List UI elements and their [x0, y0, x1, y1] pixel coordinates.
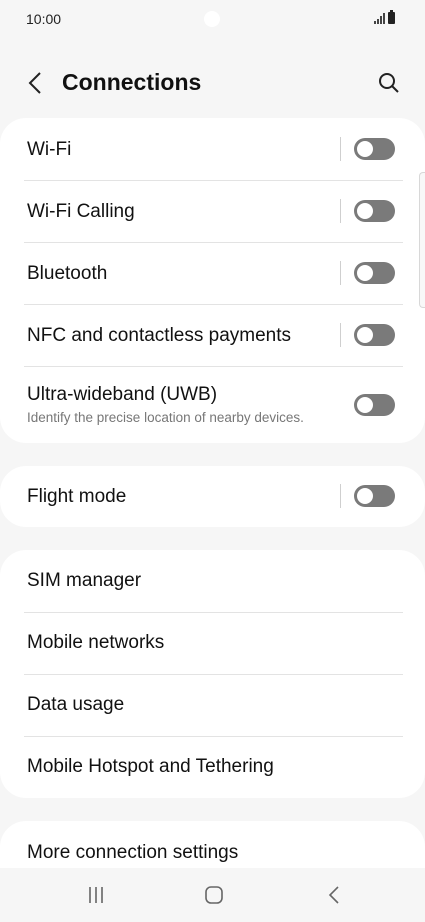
settings-group-more: More connection settings [0, 821, 425, 868]
row-separator [340, 137, 341, 161]
status-time: 10:00 [26, 11, 62, 27]
home-icon [205, 886, 223, 904]
status-bar: 10:00 [0, 0, 425, 38]
settings-group-flight: Flight mode [0, 466, 425, 527]
flight-mode-row[interactable]: Flight mode [0, 466, 425, 527]
data-usage-row[interactable]: Data usage [0, 674, 425, 736]
wifi-calling-toggle[interactable] [354, 200, 395, 222]
front-camera [204, 11, 220, 27]
row-separator [340, 199, 341, 223]
settings-group-mobile: SIM manager Mobile networks Data usage M… [0, 550, 425, 798]
row-separator [340, 261, 341, 285]
back-icon [328, 886, 339, 904]
app-header: Connections [0, 55, 425, 111]
nfc-row[interactable]: NFC and contactless payments [0, 304, 425, 366]
page-title: Connections [62, 69, 202, 95]
hotspot-label: Mobile Hotspot and Tethering [27, 756, 274, 777]
recent-apps-button[interactable] [76, 882, 116, 908]
scroll-indicator[interactable] [419, 172, 425, 308]
back-nav-button[interactable] [314, 882, 354, 908]
navigation-bar [0, 868, 425, 922]
flight-mode-label: Flight mode [27, 486, 127, 507]
uwb-subtitle: Identify the precise location of nearby … [27, 410, 304, 425]
settings-group-wireless: Wi-Fi Wi-Fi Calling Bluetooth NFC and co… [0, 118, 425, 443]
row-separator [340, 484, 341, 508]
more-connection-settings-row[interactable]: More connection settings [0, 821, 425, 868]
mobile-networks-label: Mobile networks [27, 632, 165, 653]
bluetooth-toggle[interactable] [354, 262, 395, 284]
home-button[interactable] [194, 882, 234, 908]
wifi-calling-row[interactable]: Wi-Fi Calling [0, 180, 425, 242]
chevron-left-icon [28, 72, 41, 94]
uwb-toggle[interactable] [354, 394, 395, 416]
recent-apps-icon [89, 887, 103, 903]
data-usage-label: Data usage [27, 694, 125, 715]
wifi-label: Wi-Fi [27, 139, 72, 160]
uwb-row[interactable]: Ultra-wideband (UWB) Identify the precis… [0, 366, 425, 443]
hotspot-row[interactable]: Mobile Hotspot and Tethering [0, 736, 425, 798]
battery-icon [388, 10, 395, 24]
wifi-calling-label: Wi-Fi Calling [27, 201, 135, 222]
signal-icon [374, 12, 385, 24]
more-connection-settings-label: More connection settings [27, 842, 239, 863]
wifi-row[interactable]: Wi-Fi [0, 118, 425, 180]
wifi-toggle[interactable] [354, 138, 395, 160]
status-icons [374, 10, 395, 24]
flight-mode-toggle[interactable] [354, 485, 395, 507]
search-icon [379, 73, 399, 93]
search-button[interactable] [373, 67, 405, 99]
uwb-label: Ultra-wideband (UWB) [27, 384, 218, 405]
nfc-toggle[interactable] [354, 324, 395, 346]
sim-manager-row[interactable]: SIM manager [0, 550, 425, 612]
bluetooth-label: Bluetooth [27, 263, 108, 284]
row-separator [340, 323, 341, 347]
bluetooth-row[interactable]: Bluetooth [0, 242, 425, 304]
back-button[interactable] [20, 67, 50, 99]
nfc-label: NFC and contactless payments [27, 325, 292, 346]
mobile-networks-row[interactable]: Mobile networks [0, 612, 425, 674]
sim-manager-label: SIM manager [27, 570, 142, 591]
